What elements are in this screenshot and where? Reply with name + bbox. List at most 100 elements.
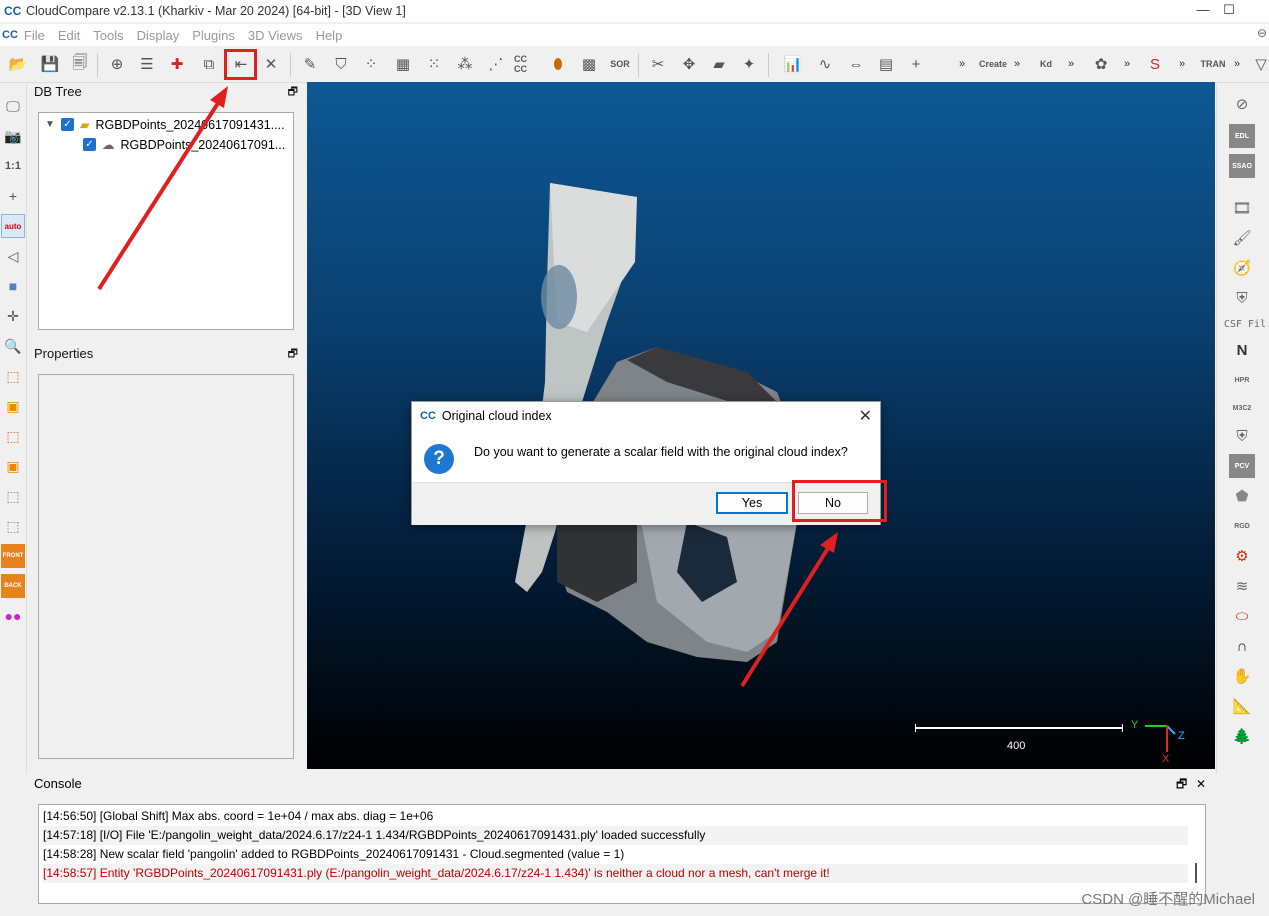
ssao-shader-icon[interactable]: SSAO (1229, 154, 1255, 178)
hand-icon[interactable]: ✋ (1229, 664, 1255, 688)
open-icon[interactable]: 📂 (5, 51, 31, 77)
screen-icon[interactable]: 🖵 (1, 94, 25, 118)
canupo-create-icon[interactable]: Create (979, 51, 1007, 77)
bucket-icon[interactable]: ⬮ (545, 51, 571, 77)
toolbar-overflow-icon[interactable]: » (955, 51, 969, 77)
view-back-icon[interactable]: BACK (1, 574, 25, 598)
no-entry-icon[interactable]: ⊘ (1229, 92, 1255, 116)
sor-filter-icon[interactable]: SOR (607, 51, 633, 77)
clone-icon[interactable]: ⧉ (196, 51, 222, 77)
menu-help[interactable]: Help (316, 28, 343, 43)
toolbar-overflow-icon-4[interactable]: » (1120, 51, 1134, 77)
view-top-icon[interactable]: ⬚ (1, 364, 25, 388)
menu-edit[interactable]: Edit (58, 28, 80, 43)
brush-icon[interactable]: 🖌 (1229, 226, 1255, 250)
gear-icon[interactable]: ⚙ (1229, 544, 1255, 568)
normals-icon[interactable]: ✎ (297, 51, 323, 77)
calculator-icon[interactable]: ▤ (873, 51, 899, 77)
view-right-icon[interactable]: ▣ (1, 454, 25, 478)
stat-test-icon[interactable]: ∿ (812, 51, 838, 77)
view-iso-icon[interactable]: ⬚ (1, 514, 25, 538)
tree-item-cloud[interactable]: ✓ ☁ RGBDPoints_20240617091... (83, 137, 285, 152)
shield-icon-2[interactable]: ⛨ (1229, 424, 1255, 448)
kd-tree-icon[interactable]: Kd (1033, 51, 1059, 77)
toolbar-overflow-icon-6[interactable]: » (1230, 51, 1244, 77)
csf-filter-label[interactable]: CSF Fil (1223, 312, 1267, 336)
m3c2-icon[interactable]: M3C2 (1229, 396, 1255, 420)
edl-shader-icon[interactable]: EDL (1229, 124, 1255, 148)
move-icon[interactable]: ✛ (1, 304, 25, 328)
visibility-checkbox[interactable]: ✓ (60, 118, 74, 131)
yes-button[interactable]: Yes (716, 492, 788, 514)
zoom-icon[interactable]: 🔍 (1, 334, 25, 358)
tran-icon[interactable]: TRAN (1200, 51, 1226, 77)
pick-rotation-center-icon[interactable]: ⊕ (104, 51, 130, 77)
pcv-icon[interactable]: PCV (1229, 454, 1255, 478)
stereo-icon[interactable]: ●● (1, 604, 25, 628)
dialog-close-button[interactable]: ✕ (859, 406, 872, 426)
menu-file[interactable]: File (24, 28, 45, 43)
expand-arrow-icon[interactable]: ▼ (45, 119, 55, 130)
float-panel-icon[interactable]: 🗗 (288, 345, 298, 363)
sample-icon[interactable]: ⋰ (483, 51, 509, 77)
plane-icon[interactable]: ▰ (706, 51, 732, 77)
subsample-icon[interactable]: ⁘ (358, 51, 384, 77)
save-icon[interactable]: 💾 (37, 51, 63, 77)
cross-section-icon[interactable]: ✂ (645, 51, 671, 77)
toolbar-overflow-icon-5[interactable]: » (1175, 51, 1189, 77)
console-scrollbar[interactable] (1195, 863, 1197, 883)
save-all-icon[interactable]: 🗐 (67, 51, 93, 77)
menu-3d-views[interactable]: 3D Views (248, 28, 303, 43)
trees-icon[interactable]: 🌲 (1229, 724, 1255, 748)
tree-item-root[interactable]: ▼ ✓ ▰ RGBDPoints_20240617091431.... (45, 117, 285, 133)
rgd-icon[interactable]: RGD (1229, 514, 1255, 538)
sf-icon[interactable]: ▦ (390, 51, 416, 77)
float-panel-icon[interactable]: 🗗 (1176, 775, 1187, 793)
perspective-icon[interactable]: ■ (1, 274, 25, 298)
view-left-icon[interactable]: ⬚ (1, 424, 25, 448)
puzzle-icon[interactable]: ✿ (1088, 51, 1114, 77)
orthographic-icon[interactable]: ◁ (1, 244, 25, 268)
camera-icon[interactable]: 📷 (1, 124, 25, 148)
view-bottom-icon[interactable]: ⬚ (1, 484, 25, 508)
octree-icon[interactable]: ⛉ (328, 51, 354, 77)
north-icon[interactable]: N (1229, 338, 1255, 362)
auto-pivot-icon[interactable]: auto (1, 214, 25, 238)
toolbar-overflow-icon-3[interactable]: » (1064, 51, 1078, 77)
s-curve-icon[interactable]: S (1142, 51, 1168, 77)
compass-icon[interactable]: 🧭 (1229, 256, 1255, 280)
close-panel-icon[interactable]: ✕ (1196, 775, 1206, 793)
list-icon[interactable]: ☰ (134, 51, 160, 77)
toolbar-overflow-icon-2[interactable]: » (1010, 51, 1024, 77)
histogram-icon[interactable]: 📊 (780, 51, 806, 77)
label-connected-components-icon[interactable]: CC CC (514, 51, 540, 77)
visibility-checkbox[interactable]: ✓ (83, 138, 96, 151)
point-picking-icon[interactable]: ✦ (736, 51, 762, 77)
polygon-icon[interactable]: ⬟ (1229, 484, 1255, 508)
maximize-button[interactable]: ☐ (1209, 0, 1249, 22)
zoom-1-1-icon[interactable]: 1:1 (1, 154, 25, 178)
menu-tools[interactable]: Tools (93, 28, 123, 43)
ellipse-icon[interactable]: ⬭ (1229, 604, 1255, 628)
crosshair-icon[interactable]: + (1, 184, 25, 208)
add-point-icon[interactable]: ✚ (164, 51, 190, 77)
checker-icon[interactable]: ▩ (576, 51, 602, 77)
ruler-icon[interactable]: 📐 (1229, 694, 1255, 718)
hpr-icon[interactable]: HPR (1229, 368, 1255, 392)
menu-plugins[interactable]: Plugins (192, 28, 235, 43)
animation-icon[interactable]: 🎞 (1229, 196, 1255, 220)
view-front-icon[interactable]: FRONT (1, 544, 25, 568)
layers-icon[interactable]: ≋ (1229, 574, 1255, 598)
translate-rotate-icon[interactable]: ✥ (676, 51, 702, 77)
delete-icon[interactable]: ✕ (258, 51, 284, 77)
filter-icon[interactable]: ⁂ (452, 51, 478, 77)
arch-icon[interactable]: ∩ (1229, 634, 1255, 658)
noise-icon[interactable]: ⁙ (421, 51, 447, 77)
min-max-icon[interactable]: ⇔ (843, 51, 869, 77)
menu-display[interactable]: Display (137, 28, 180, 43)
shield-icon[interactable]: ⛨ (1229, 286, 1255, 310)
menu-restore-icon[interactable]: ⊖ (1257, 26, 1267, 40)
filter-funnel-icon[interactable]: ▽ (1248, 51, 1269, 77)
float-panel-icon[interactable]: 🗗 (288, 83, 298, 101)
view-front-cube-icon[interactable]: ▣ (1, 394, 25, 418)
